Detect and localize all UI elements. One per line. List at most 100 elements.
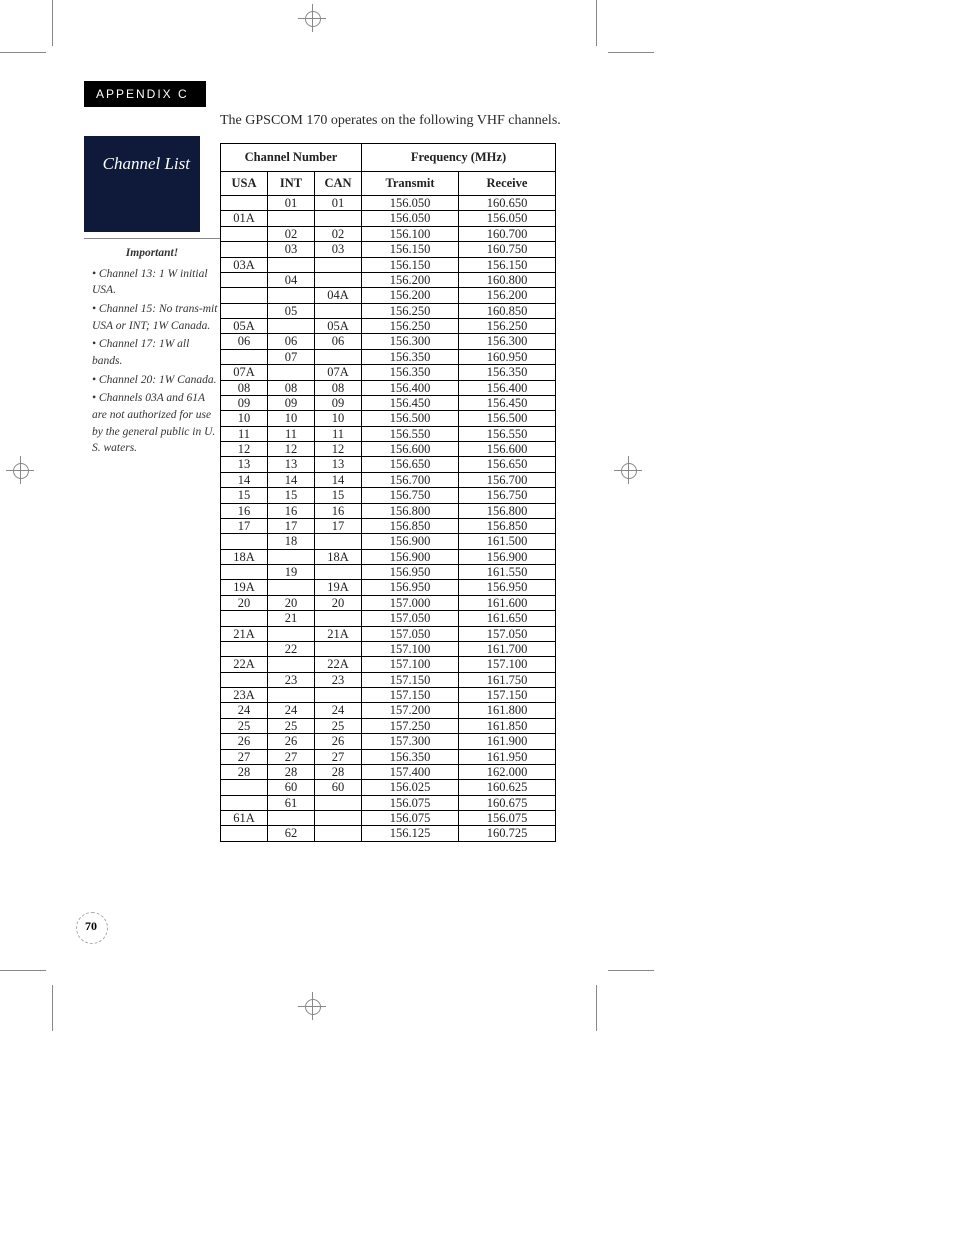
cell: 14 xyxy=(221,472,268,487)
table-row: 07 156.350160.950 xyxy=(221,349,556,364)
note-item: Channel 13: 1 W initial USA. xyxy=(92,266,220,299)
table-row: 18A18A156.900156.900 xyxy=(221,549,556,564)
cell: 03 xyxy=(315,242,362,257)
cell: 156.500 xyxy=(459,411,556,426)
table-row: 04156.200160.800 xyxy=(221,272,556,287)
cell: 02 xyxy=(315,226,362,241)
cell: 161.500 xyxy=(459,534,556,549)
page-number: 70 xyxy=(76,919,106,934)
cell: 156.950 xyxy=(459,580,556,595)
cell: 23A xyxy=(221,688,268,703)
cell xyxy=(315,257,362,272)
cell: 06 xyxy=(315,334,362,349)
cell: 156.350 xyxy=(459,365,556,380)
cell: 162.000 xyxy=(459,764,556,779)
cell xyxy=(315,272,362,287)
cell: 28 xyxy=(268,764,315,779)
note-item: Channel 15: No trans-mit USA or INT; 1W … xyxy=(92,301,220,334)
cell: 160.750 xyxy=(459,242,556,257)
cell: 08 xyxy=(315,380,362,395)
cell: 156.050 xyxy=(362,211,459,226)
cell: 27 xyxy=(221,749,268,764)
cell: 156.600 xyxy=(362,442,459,457)
col-transmit: Transmit xyxy=(362,172,459,196)
cell: 19 xyxy=(268,565,315,580)
cell: 156.900 xyxy=(459,549,556,564)
cell: 08 xyxy=(221,380,268,395)
cell: 160.950 xyxy=(459,349,556,364)
cell xyxy=(221,641,268,656)
cell: 157.400 xyxy=(362,764,459,779)
channel-table: Channel Number Frequency (MHz) USA INT C… xyxy=(220,143,556,842)
cell: 156.350 xyxy=(362,365,459,380)
cell xyxy=(221,826,268,841)
cell: 156.025 xyxy=(362,780,459,795)
cell: 17 xyxy=(221,518,268,533)
cell: 156.700 xyxy=(459,472,556,487)
table-row: 6060156.025160.625 xyxy=(221,780,556,795)
cell: 24 xyxy=(268,703,315,718)
cell xyxy=(268,257,315,272)
cell: 157.050 xyxy=(362,626,459,641)
cell xyxy=(315,795,362,810)
cell: 156.400 xyxy=(459,380,556,395)
page-number-badge: 70 xyxy=(76,912,106,942)
cell: 157.050 xyxy=(459,626,556,641)
cell: 14 xyxy=(315,472,362,487)
cell: 26 xyxy=(315,734,362,749)
table-row: 101010156.500156.500 xyxy=(221,411,556,426)
cell xyxy=(221,349,268,364)
cell: 161.550 xyxy=(459,565,556,580)
table-row: 141414156.700156.700 xyxy=(221,472,556,487)
cell: 156.750 xyxy=(362,488,459,503)
col-can: CAN xyxy=(315,172,362,196)
table-row: 05A05A156.250156.250 xyxy=(221,319,556,334)
note-item: Channel 17: 1W all bands. xyxy=(92,336,220,369)
cell: 19A xyxy=(221,580,268,595)
cell: 156.075 xyxy=(362,811,459,826)
cell: 156.350 xyxy=(362,749,459,764)
cell: 17 xyxy=(315,518,362,533)
cell: 11 xyxy=(268,426,315,441)
table-row: 080808156.400156.400 xyxy=(221,380,556,395)
notes-box: Important! Channel 13: 1 W initial USA.C… xyxy=(84,238,220,459)
cell: 156.300 xyxy=(362,334,459,349)
cell: 62 xyxy=(268,826,315,841)
table-row: 282828157.400162.000 xyxy=(221,764,556,779)
cell: 02 xyxy=(268,226,315,241)
cell xyxy=(221,303,268,318)
cell: 156.075 xyxy=(362,795,459,810)
cell: 26 xyxy=(268,734,315,749)
cell: 18 xyxy=(268,534,315,549)
table-row: 090909156.450156.450 xyxy=(221,395,556,410)
cell: 20 xyxy=(268,595,315,610)
sidebar-title: Channel List xyxy=(84,154,200,174)
cell: 60 xyxy=(315,780,362,795)
table-row: 242424157.200161.800 xyxy=(221,703,556,718)
cell: 160.650 xyxy=(459,196,556,211)
cell: 25 xyxy=(221,718,268,733)
cell: 07 xyxy=(268,349,315,364)
cell: 156.300 xyxy=(459,334,556,349)
cell: 09 xyxy=(221,395,268,410)
table-row: 252525157.250161.850 xyxy=(221,718,556,733)
cell: 156.550 xyxy=(459,426,556,441)
cell: 156.350 xyxy=(362,349,459,364)
cell: 17 xyxy=(268,518,315,533)
cell: 160.800 xyxy=(459,272,556,287)
cell: 157.000 xyxy=(362,595,459,610)
col-usa: USA xyxy=(221,172,268,196)
cell: 61 xyxy=(268,795,315,810)
table-row: 121212156.600156.600 xyxy=(221,442,556,457)
cell: 13 xyxy=(221,457,268,472)
cell: 156.750 xyxy=(459,488,556,503)
cell: 20 xyxy=(315,595,362,610)
cell: 156.850 xyxy=(459,518,556,533)
cell: 10 xyxy=(221,411,268,426)
table-row: 0303156.150160.750 xyxy=(221,242,556,257)
cell: 11 xyxy=(315,426,362,441)
cell: 156.075 xyxy=(459,811,556,826)
cell: 156.450 xyxy=(362,395,459,410)
col-int: INT xyxy=(268,172,315,196)
table-row: 01A156.050156.050 xyxy=(221,211,556,226)
